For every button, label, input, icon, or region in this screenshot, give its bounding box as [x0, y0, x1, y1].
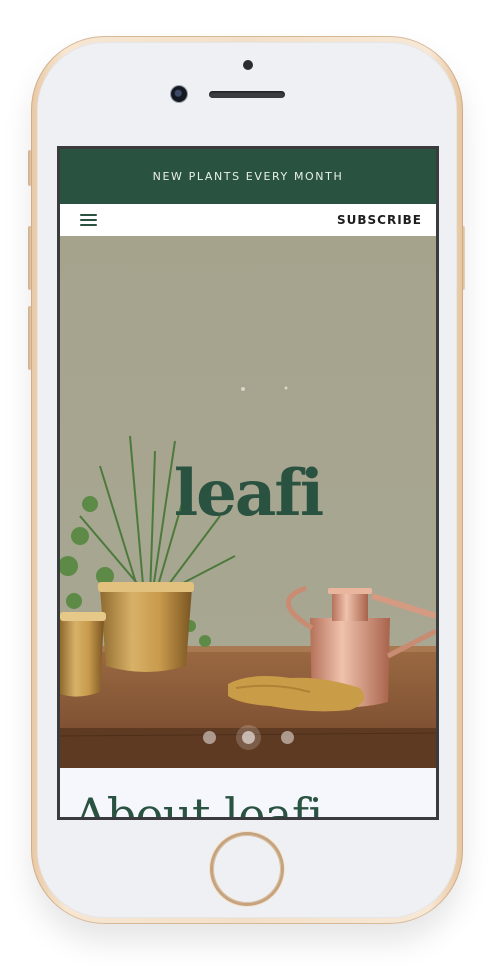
carousel-pagination [60, 731, 436, 744]
carousel-dot-1[interactable] [202, 731, 216, 744]
announcement-bar: NEW PLANTS EVERY MONTH [60, 149, 436, 204]
hamburger-menu-icon[interactable] [80, 214, 97, 226]
carousel-dot-3[interactable] [280, 731, 294, 744]
about-section: About leafi [60, 768, 436, 820]
leafi-logo[interactable]: leafi [60, 462, 436, 526]
proximity-sensor [243, 60, 253, 70]
announcement-text: NEW PLANTS EVERY MONTH [152, 170, 344, 183]
hero-carousel[interactable]: leafi [60, 236, 436, 768]
earpiece-speaker [209, 91, 285, 98]
top-navigation: SUBSCRIBE [60, 204, 436, 236]
about-heading: About leafi [74, 788, 323, 820]
subscribe-button[interactable]: SUBSCRIBE [337, 213, 422, 227]
front-camera-icon [171, 86, 187, 102]
home-button[interactable] [213, 835, 281, 903]
phone-screen: NEW PLANTS EVERY MONTH SUBSCRIBE leafi A… [57, 146, 439, 820]
carousel-dot-2[interactable] [241, 731, 255, 744]
